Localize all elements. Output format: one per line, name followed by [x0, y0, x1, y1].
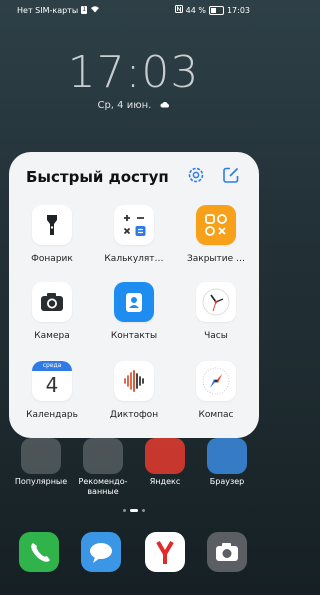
panel-title: Быстрый доступ — [26, 168, 169, 186]
home-apps-row: Популярные Рекомендо-ванные Яндекс Брауз… — [0, 438, 267, 508]
item-label: Часы — [204, 331, 228, 341]
quick-item-clock[interactable]: Часы — [176, 282, 256, 341]
status-bar: Нет SIM-карты 1 44 % 17:03 — [0, 0, 267, 18]
page-dot-active — [129, 509, 138, 512]
carrier-text: Нет SIM-карты — [17, 5, 79, 15]
settings-gear-icon[interactable] — [185, 164, 207, 186]
quick-access-panel: Быстрый доступ Фонарик Калькулят… Закрыт… — [9, 152, 259, 438]
dock — [0, 532, 267, 572]
item-label: Камера — [34, 331, 70, 341]
app-label: Популярные — [14, 477, 68, 486]
folder-recommended[interactable]: Рекомендо-ванные — [73, 438, 133, 497]
edit-icon[interactable] — [220, 164, 242, 186]
date-text: Ср, 4 июн. — [97, 100, 152, 111]
nfc-icon — [174, 5, 183, 15]
folder-popular[interactable]: Популярные — [11, 438, 71, 487]
yandex-browser-icon[interactable] — [145, 532, 185, 572]
weather-icon — [160, 100, 170, 111]
item-label: Диктофон — [109, 410, 159, 420]
compass-icon — [196, 361, 236, 401]
app-label: Рекомендо-ванные — [78, 477, 128, 496]
phone-app-icon[interactable] — [19, 532, 59, 572]
quick-item-flashlight[interactable]: Фонарик — [12, 205, 92, 264]
app-browser[interactable]: Браузер — [197, 438, 257, 487]
page-dot — [122, 509, 126, 512]
page-dot — [141, 509, 145, 512]
camera-icon — [32, 282, 72, 322]
flashlight-icon — [32, 205, 72, 245]
app-label: Браузер — [209, 477, 245, 486]
clock-icon — [196, 282, 236, 322]
quick-item-recorder[interactable]: Диктофон — [94, 361, 174, 420]
quick-item-calculator[interactable]: Калькулят… — [94, 205, 174, 264]
status-time: 17:03 — [226, 5, 250, 15]
messages-app-icon[interactable] — [81, 532, 121, 572]
page-indicator — [0, 509, 267, 512]
close-all-icon — [196, 205, 236, 245]
item-label: Компас — [198, 410, 234, 420]
contacts-icon — [114, 282, 154, 322]
battery-icon — [208, 5, 224, 15]
camera-app-icon[interactable] — [207, 532, 247, 572]
calendar-day-name: среда — [32, 361, 72, 371]
quick-item-contacts[interactable]: Контакты — [94, 282, 174, 341]
quick-item-calendar[interactable]: среда 4 Календарь — [12, 361, 92, 420]
item-label: Калькулят… — [104, 254, 164, 264]
item-label: Контакты — [110, 331, 158, 341]
battery-percent: 44 % — [185, 5, 206, 15]
quick-item-camera[interactable]: Камера — [12, 282, 92, 341]
item-label: Закрытие … — [186, 254, 246, 264]
quick-item-compass[interactable]: Компас — [176, 361, 256, 420]
app-yandex[interactable]: Яндекс — [135, 438, 195, 487]
app-label: Яндекс — [149, 477, 181, 486]
lock-clock: 17:03 — [67, 47, 200, 98]
item-label: Календарь — [26, 410, 78, 420]
calendar-day-number: 4 — [45, 373, 59, 397]
lock-date: Ср, 4 июн. — [0, 100, 267, 111]
item-label: Фонарик — [31, 254, 73, 264]
calendar-icon: среда 4 — [32, 361, 72, 401]
wifi-icon — [90, 5, 100, 15]
sim-badge: 1 — [81, 6, 88, 14]
quick-item-close-all[interactable]: Закрытие … — [176, 205, 256, 264]
recorder-icon — [114, 361, 154, 401]
calculator-icon — [114, 205, 154, 245]
